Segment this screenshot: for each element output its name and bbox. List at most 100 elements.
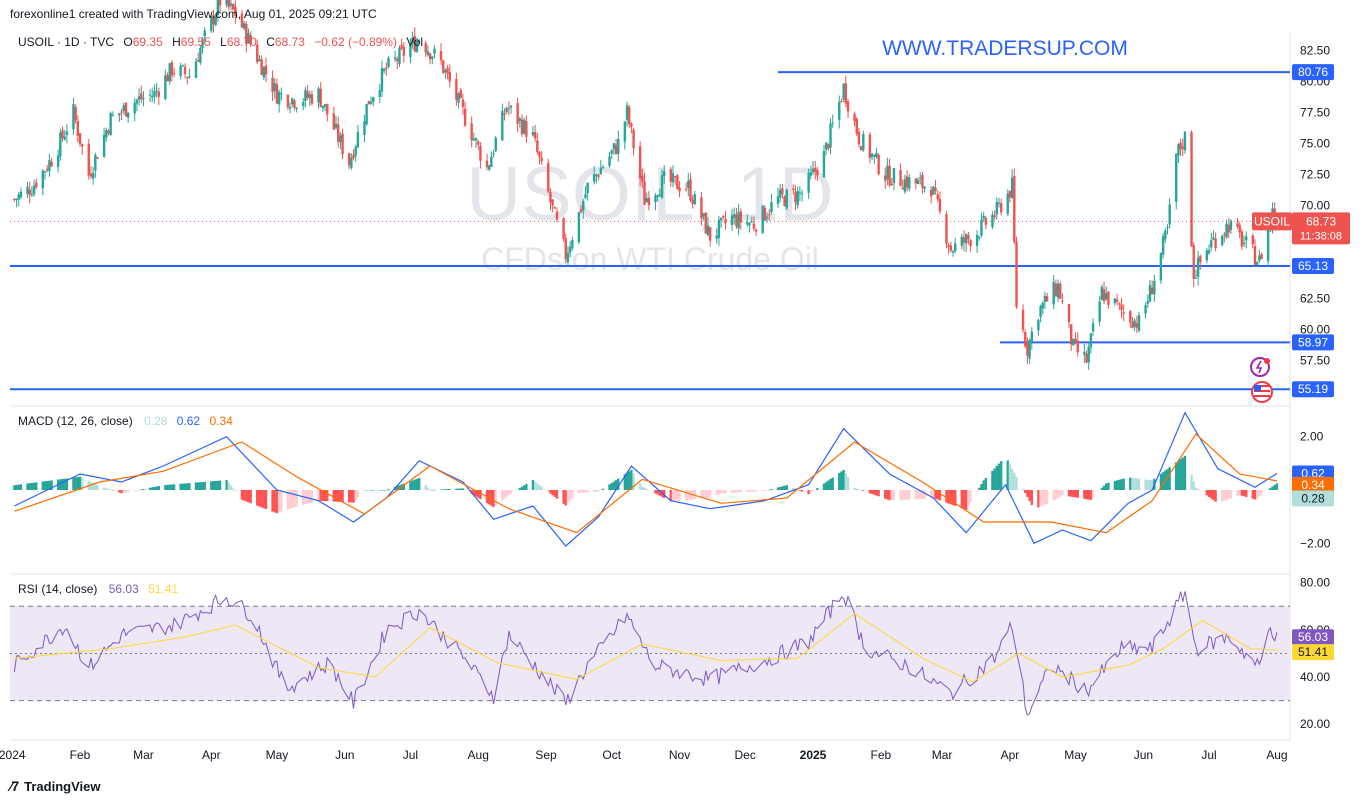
candle-body	[337, 124, 340, 142]
macd-histogram-bar	[76, 476, 80, 490]
macd-histogram-bar	[457, 488, 460, 490]
candle-body	[461, 99, 465, 107]
macd-histogram-bar	[505, 490, 508, 497]
macd-histogram-bar	[978, 487, 981, 490]
candle-body	[457, 93, 460, 103]
macd-histogram-bar	[1074, 490, 1077, 498]
macd-histogram-bar	[610, 482, 613, 490]
rsi-value: 56.03	[109, 582, 139, 596]
macd-histogram-bar	[638, 483, 642, 490]
macd-histogram-bar	[463, 489, 467, 491]
candle-body	[1024, 332, 1027, 347]
candle-body	[638, 146, 642, 179]
macd-histogram-bar	[1225, 490, 1228, 500]
candle-body	[829, 123, 832, 148]
macd-histogram-bar	[231, 488, 235, 490]
candle-body	[947, 245, 950, 247]
us-flag-event-icon[interactable]	[1251, 381, 1273, 403]
candle-body	[873, 154, 876, 157]
macd-histogram-bar	[654, 490, 657, 494]
macd-histogram-bar	[1271, 486, 1274, 490]
macd-histogram-bar	[30, 482, 34, 490]
volume-label[interactable]: Vol	[406, 35, 423, 49]
macd-legend[interactable]: MACD (12, 26, close) 0.28 0.62 0.34	[18, 414, 233, 428]
macd-histogram-bar	[901, 490, 904, 500]
symbol-name[interactable]: USOIL · 1D · TVC	[18, 35, 114, 49]
macd-histogram-bar	[170, 484, 174, 490]
macd-histogram-bar	[1056, 490, 1060, 498]
candle-body	[658, 194, 662, 197]
macd-histogram-bar	[214, 480, 217, 490]
candle-body	[326, 103, 329, 115]
macd-histogram-bar	[503, 490, 506, 499]
macd-histogram-bar	[369, 490, 373, 491]
macd-histogram-bar	[256, 490, 259, 506]
candle-body	[1220, 235, 1224, 246]
candle-body	[737, 211, 740, 229]
time-axis-tick-label: May	[266, 748, 289, 762]
macd-histogram-bar	[1190, 474, 1193, 490]
candle-body	[1129, 311, 1132, 323]
candle-body	[1148, 284, 1152, 302]
candle-body	[1107, 291, 1110, 305]
candle-body	[1076, 340, 1079, 353]
candle-body	[17, 194, 20, 200]
macd-histogram-bar	[1010, 468, 1014, 490]
macd-histogram-bar	[365, 490, 368, 491]
candle-body	[763, 207, 767, 221]
candle-body	[1166, 226, 1169, 228]
macd-histogram-bar	[975, 490, 979, 492]
candle-body	[74, 107, 77, 121]
candle-body	[1137, 315, 1141, 331]
macd-histogram-bar	[1006, 460, 1009, 490]
macd-histogram-bar	[798, 490, 802, 491]
time-axis-tick-label: Jun	[335, 748, 354, 762]
candle-body	[730, 215, 734, 225]
rsi-legend[interactable]: RSI (14, close) 56.03 51.41	[18, 582, 178, 596]
candle-body	[579, 209, 583, 212]
macd-histogram-bar	[522, 485, 526, 490]
macd-histogram-bar	[280, 490, 283, 512]
candle-body	[45, 168, 49, 171]
candle-body	[868, 134, 872, 158]
candle-body	[1161, 236, 1165, 255]
candle-body	[477, 141, 480, 145]
macd-histogram-bar	[102, 487, 106, 490]
macd-histogram-bar	[317, 490, 320, 501]
candle-body	[455, 79, 458, 100]
candle-body	[945, 214, 948, 244]
macd-histogram-bar	[562, 490, 565, 504]
candle-body	[884, 175, 887, 181]
candle-body	[1153, 280, 1156, 295]
candle-body	[48, 160, 51, 172]
candle-body	[503, 113, 506, 115]
footer-brand[interactable]: ⁄7 TradingView	[10, 778, 100, 794]
candle-body	[273, 82, 276, 91]
macd-histogram-bar	[982, 480, 985, 490]
candle-body	[608, 156, 611, 166]
candle-body	[846, 101, 850, 112]
macd-histogram-bar	[715, 490, 718, 496]
candle-body	[700, 197, 703, 219]
alert-icon[interactable]	[1250, 357, 1270, 377]
macd-histogram-bar	[1026, 490, 1029, 498]
macd-histogram-bar	[183, 483, 187, 490]
macd-histogram-bar	[601, 488, 605, 490]
macd-histogram-bar	[687, 490, 690, 500]
macd-histogram-bar	[1043, 490, 1047, 505]
candle-body	[310, 94, 314, 104]
macd-histogram-bar	[1037, 490, 1040, 508]
candle-body	[678, 187, 681, 192]
time-axis-tick-label: Dec	[735, 748, 756, 762]
macd-histogram-bar	[227, 482, 231, 490]
rsi-value-tag: 56.03	[1298, 630, 1328, 644]
candle-body	[1098, 301, 1101, 322]
time-axis-tick-label: Oct	[602, 748, 621, 762]
candle-body	[59, 132, 62, 157]
last-price-symbol: USOIL	[1254, 214, 1290, 228]
candle-body	[218, 0, 222, 6]
candle-body	[485, 160, 489, 168]
macd-histogram-bar	[846, 477, 850, 490]
candle-body	[32, 185, 36, 195]
macd-histogram-bar	[763, 490, 767, 491]
